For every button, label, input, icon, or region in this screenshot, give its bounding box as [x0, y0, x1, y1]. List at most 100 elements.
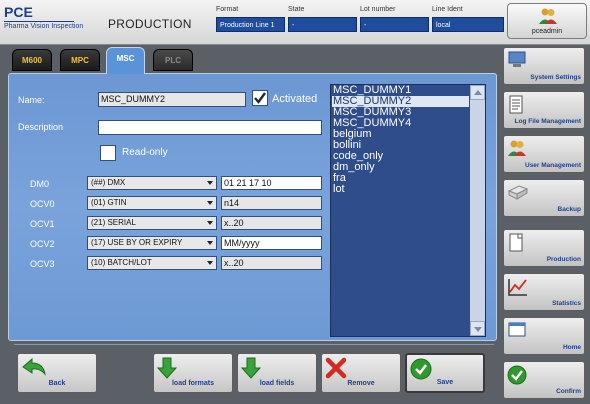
name-input[interactable]: MSC_DUMMY2 — [98, 92, 246, 107]
username: pceadmin — [531, 28, 563, 35]
download-arrow-icon — [241, 357, 261, 379]
sidebar-label: Log File Management — [514, 118, 581, 125]
sidebar-label: Home — [562, 344, 581, 351]
logo-subtitle: Pharma Vision Inspection — [4, 21, 84, 30]
sidebar-item-backup[interactable]: Backup — [503, 179, 585, 217]
sidebar-label: User Management — [525, 162, 581, 169]
readonly-label: Read-only — [122, 147, 168, 158]
field-type-select[interactable]: (01) GTIN — [87, 196, 217, 210]
backup-icon — [507, 185, 529, 200]
sidebar-item-confirm[interactable]: Confirm — [503, 361, 585, 399]
statistics-icon — [508, 279, 527, 296]
format-list[interactable]: MSC_DUMMY1 MSC_DUMMY2 MSC_DUMMY3 MSC_DUM… — [330, 84, 486, 337]
arrow-up-icon — [474, 90, 482, 95]
description-label: Description — [18, 122, 64, 132]
list-item[interactable]: fra — [332, 173, 469, 184]
description-input[interactable] — [98, 120, 322, 135]
field-label-ocv0: OCV0 — [30, 199, 55, 209]
field-value-input[interactable]: 01 21 17 10 — [221, 176, 322, 190]
home-icon — [508, 322, 526, 337]
field-type-select[interactable]: (21) SERIAL — [87, 216, 217, 230]
field-label-dm0: DM0 — [30, 179, 50, 189]
scroll-up-button[interactable] — [470, 85, 485, 100]
tab-msc[interactable]: MSC — [106, 47, 145, 74]
state-value: - — [288, 17, 357, 32]
list-item[interactable]: lot — [332, 184, 469, 195]
users-icon — [508, 140, 526, 156]
remove-label: Remove — [347, 380, 375, 387]
field-value-input[interactable]: x..20 — [221, 216, 322, 230]
format-value: Production Line 1 — [216, 17, 285, 32]
field-value-input[interactable]: n14 — [221, 196, 322, 210]
format-label: Format — [216, 6, 239, 13]
sidebar-item-system-settings[interactable]: System Settings — [503, 47, 585, 85]
download-arrow-icon — [157, 357, 177, 379]
check-circle-icon — [507, 365, 527, 385]
chevron-down-icon — [207, 201, 213, 205]
state-label: State — [288, 6, 305, 13]
save-label: Save — [436, 379, 454, 386]
line-ident-field: Line Ident local — [432, 6, 504, 32]
tab-mpc[interactable]: MPC — [60, 49, 100, 71]
save-button[interactable]: Save — [405, 353, 485, 393]
lot-number-field: Lot number - — [360, 6, 429, 32]
line-ident-label: Line Ident — [432, 6, 463, 13]
readonly-checkbox[interactable] — [100, 145, 116, 161]
field-type-value: (21) SERIAL — [91, 218, 136, 227]
sidebar-label: Confirm — [556, 388, 581, 395]
field-type-value: (##) DMX — [91, 178, 126, 187]
module-title: PRODUCTION — [108, 17, 192, 31]
remove-x-icon — [325, 357, 347, 379]
chevron-down-icon — [207, 241, 213, 245]
sidebar-item-log-file-management[interactable]: Log File Management — [503, 91, 585, 129]
users-icon — [539, 8, 557, 24]
pce-logo: PCE Pharma Vision Inspection — [4, 5, 84, 35]
load-formats-button[interactable]: load formats — [153, 353, 233, 393]
lot-number-value: - — [360, 17, 429, 32]
arrow-down-icon — [474, 327, 482, 332]
field-label-ocv3: OCV3 — [30, 259, 55, 269]
tab-m600[interactable]: M600 — [12, 49, 52, 71]
check-circle-icon — [410, 358, 432, 380]
checkmark-icon — [254, 92, 266, 104]
load-fields-label: load fields — [259, 380, 295, 387]
lot-number-label: Lot number — [360, 6, 396, 13]
scroll-down-button[interactable] — [470, 321, 485, 336]
sidebar-item-production[interactable]: Production — [503, 229, 585, 267]
sidebar-label: Statistics — [552, 300, 581, 307]
activated-label: Activated — [272, 93, 318, 105]
load-fields-button[interactable]: load fields — [237, 353, 317, 393]
sidebar-label: Production — [546, 256, 581, 263]
sidebar-item-statistics[interactable]: Statistics — [503, 273, 585, 311]
chevron-down-icon — [207, 181, 213, 185]
computer-icon — [508, 51, 526, 67]
field-value-input[interactable]: MM/yyyy — [221, 236, 322, 250]
back-button[interactable]: Back — [17, 353, 97, 393]
remove-button[interactable]: Remove — [321, 353, 401, 393]
user-button[interactable]: pceadmin — [507, 3, 587, 39]
field-label-ocv1: OCV1 — [30, 219, 55, 229]
state-field: State - — [288, 6, 357, 32]
format-field: Format Production Line 1 — [216, 6, 285, 32]
field-type-select[interactable]: (17) USE BY OR EXPIRY — [87, 236, 217, 250]
field-value-input[interactable]: x..20 — [221, 256, 322, 270]
field-type-select[interactable]: (##) DMX — [87, 176, 217, 190]
sidebar-label: System Settings — [530, 74, 581, 81]
activated-checkbox[interactable] — [252, 90, 268, 106]
production-icon — [509, 233, 523, 252]
list-scrollbar[interactable] — [470, 85, 485, 336]
back-arrow-icon — [22, 357, 46, 376]
list-item[interactable]: dm_only — [332, 162, 469, 173]
sidebar-item-user-management[interactable]: User Management — [503, 135, 585, 173]
field-type-select[interactable]: (10) BATCH/LOT — [87, 256, 217, 270]
field-type-value: (01) GTIN — [91, 198, 127, 207]
load-formats-label: load formats — [171, 380, 214, 387]
header-bar: PCE Pharma Vision Inspection PRODUCTION … — [0, 0, 590, 45]
chevron-down-icon — [207, 261, 213, 265]
sidebar-item-home[interactable]: Home — [503, 317, 585, 355]
name-label: Name: — [18, 95, 45, 105]
tab-plc[interactable]: PLC — [153, 49, 193, 71]
field-type-value: (10) BATCH/LOT — [91, 258, 152, 267]
divider — [14, 344, 494, 345]
field-label-ocv2: OCV2 — [30, 239, 55, 249]
